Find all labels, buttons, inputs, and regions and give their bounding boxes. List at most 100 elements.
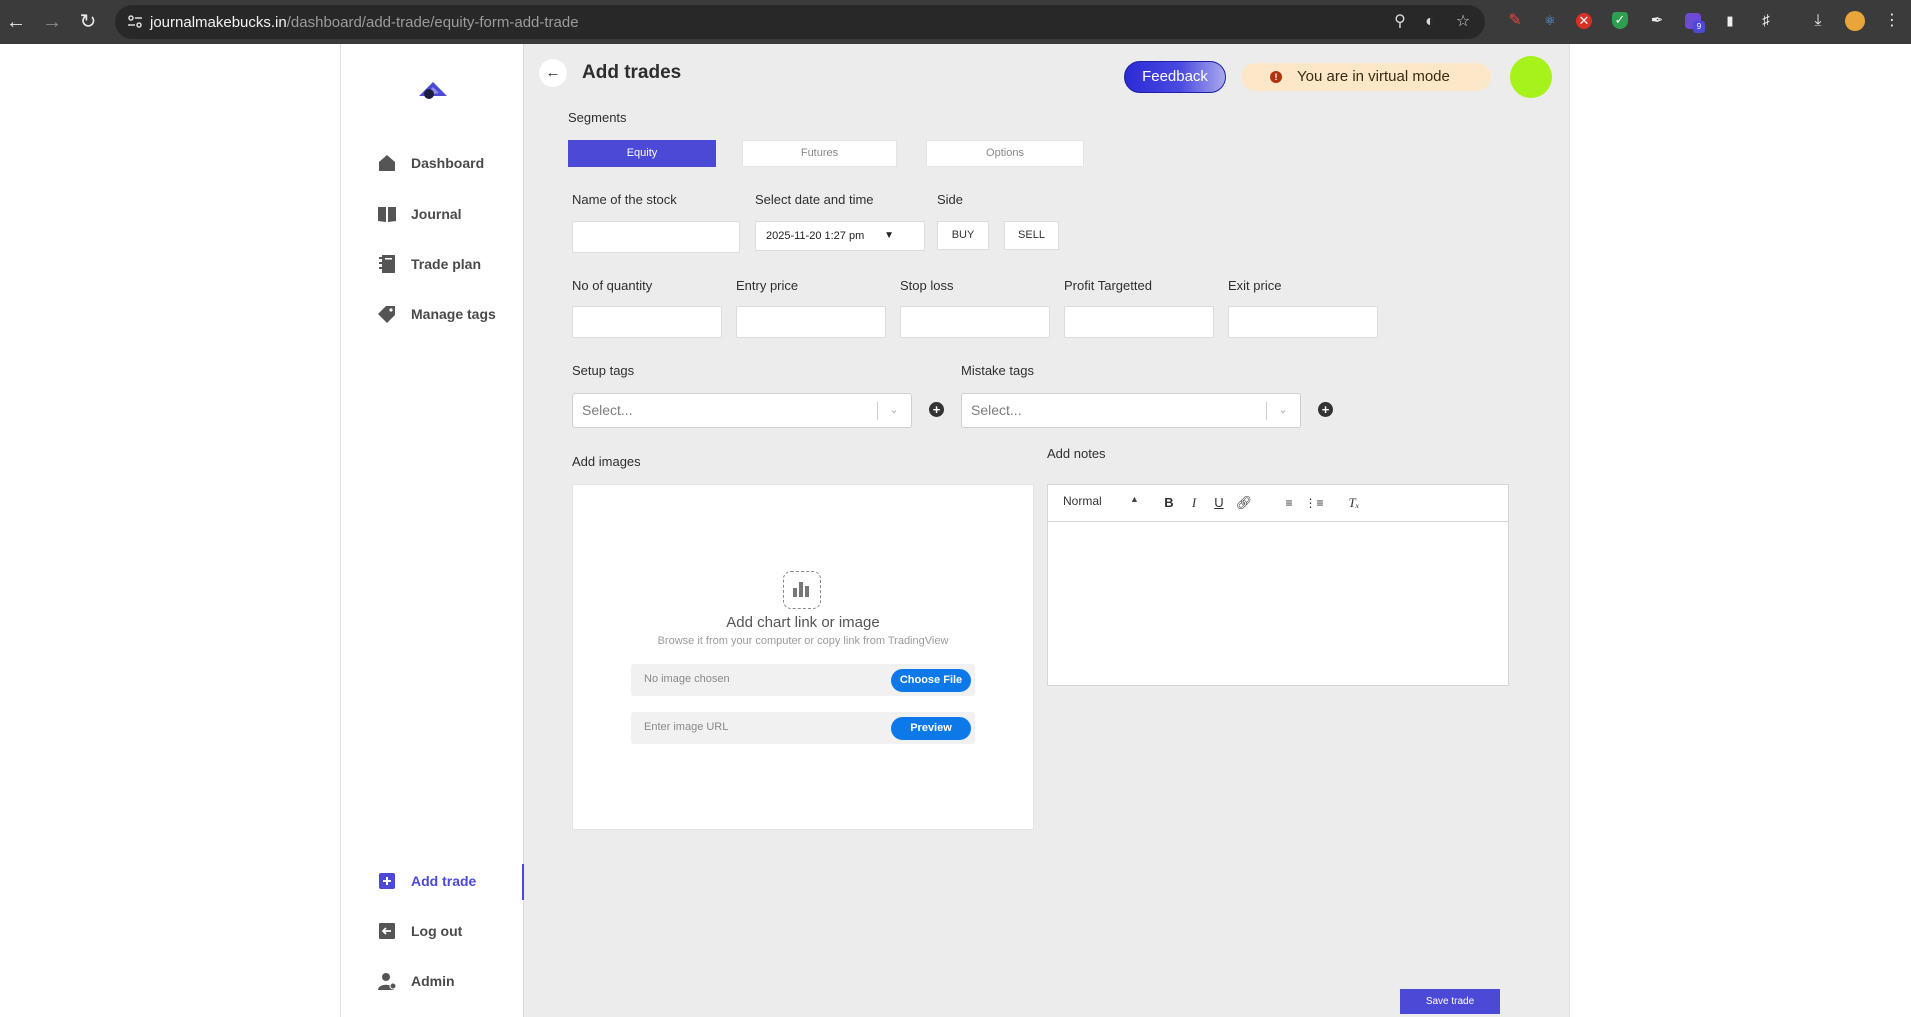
- stock-name-input[interactable]: [572, 221, 740, 253]
- adblock-extension-icon[interactable]: ✕: [1576, 13, 1592, 29]
- link-icon[interactable]: 🔗︎: [1234, 493, 1254, 513]
- reload-icon[interactable]: ↻: [76, 10, 100, 34]
- back-button[interactable]: ←: [539, 59, 567, 87]
- select-separator: [1266, 402, 1267, 420]
- clear-format-icon[interactable]: Tₓ: [1344, 493, 1364, 513]
- image-url-input[interactable]: Enter image URL: [644, 721, 728, 733]
- plus-square-icon: [379, 873, 395, 889]
- shield-extension-icon[interactable]: ✓: [1612, 12, 1628, 29]
- sidebar-item-dashboard[interactable]: Dashboard: [377, 148, 484, 178]
- datetime-picker[interactable]: 2025-11-20 1:27 pm ▼: [755, 221, 925, 251]
- sidebar-item-journal[interactable]: Journal: [377, 199, 462, 229]
- virtual-mode-banner: ! You are in virtual mode: [1241, 63, 1491, 91]
- italic-icon[interactable]: I: [1184, 493, 1204, 513]
- site-settings-icon[interactable]: [127, 14, 143, 30]
- chart-icon: [783, 571, 821, 609]
- entry-price-input[interactable]: [736, 306, 886, 338]
- sidebar-item-label: Manage tags: [411, 306, 496, 322]
- page-title: Add trades: [582, 62, 682, 83]
- left-arrow-icon: ←: [545, 64, 561, 81]
- feedback-button[interactable]: Feedback: [1124, 61, 1226, 93]
- forward-arrow-icon[interactable]: →: [40, 10, 64, 34]
- bold-icon[interactable]: B: [1159, 493, 1179, 513]
- back-arrow-icon[interactable]: ←: [4, 10, 28, 34]
- plus-icon: +: [1321, 402, 1330, 417]
- stock-name-label: Name of the stock: [572, 192, 677, 207]
- editor-toolbar: Normal ▲︎ B I U 🔗︎ ≡ ⋮≡ Tₓ: [1048, 485, 1508, 522]
- tab-equity[interactable]: Equity: [568, 140, 716, 167]
- exit-price-input[interactable]: [1228, 306, 1378, 338]
- avatar[interactable]: [1510, 56, 1552, 98]
- sidebar-item-label: Journal: [411, 206, 462, 222]
- image-upload-subtitle: Browse it from your computer or copy lin…: [657, 635, 949, 647]
- download-icon[interactable]: ⤓: [1808, 11, 1828, 31]
- chevron-down-icon: ▼: [884, 230, 894, 241]
- add-images-label: Add images: [572, 454, 641, 469]
- quantity-input[interactable]: [572, 306, 722, 338]
- extensions-puzzle-icon[interactable]: ♯: [1756, 11, 1776, 31]
- bullet-list-icon[interactable]: ⋮≡: [1304, 493, 1324, 513]
- sell-button[interactable]: SELL: [1004, 221, 1059, 250]
- home-icon: [379, 155, 395, 171]
- mistake-tags-label: Mistake tags: [961, 363, 1034, 378]
- exit-price-label: Exit price: [1228, 278, 1282, 293]
- stop-loss-input[interactable]: [900, 306, 1050, 338]
- react-extension-icon[interactable]: ⚛: [1540, 11, 1560, 31]
- sidebar-item-manage-tags[interactable]: Manage tags: [377, 299, 496, 329]
- choose-file-button[interactable]: Choose File: [891, 669, 971, 692]
- main-content: ← Add trades Feedback ! You are in virtu…: [524, 44, 1569, 1017]
- underline-icon[interactable]: U: [1209, 493, 1229, 513]
- side-label: Side: [937, 192, 964, 207]
- entry-price-label: Entry price: [736, 278, 799, 293]
- buy-button[interactable]: BUY: [937, 221, 989, 250]
- url-text[interactable]: journalmakebucks.in/dashboard/add-trade/…: [150, 14, 579, 31]
- ordered-list-icon[interactable]: ≡: [1279, 493, 1299, 513]
- reader-extension-icon[interactable]: ▮: [1720, 11, 1740, 31]
- extension-badge: 9: [1693, 21, 1705, 33]
- save-trade-button[interactable]: Save trade: [1400, 989, 1500, 1014]
- format-select[interactable]: Normal ▲︎: [1063, 494, 1139, 508]
- updown-arrow-icon: ▲︎: [1130, 494, 1139, 504]
- segments-label: Segments: [568, 110, 627, 125]
- profit-target-input[interactable]: [1064, 306, 1214, 338]
- sidebar-item-trade-plan[interactable]: Trade plan: [377, 249, 481, 279]
- menu-kebab-icon[interactable]: ⋮: [1882, 11, 1902, 31]
- sidebar-item-log-out[interactable]: Log out: [377, 916, 462, 946]
- tab-options[interactable]: Options: [926, 140, 1084, 167]
- bookmark-star-icon[interactable]: ☆: [1453, 12, 1473, 32]
- notes-editor: Normal ▲︎ B I U 🔗︎ ≡ ⋮≡ Tₓ: [1047, 484, 1509, 686]
- tab-futures[interactable]: Futures: [742, 140, 897, 167]
- add-mistake-tag-button[interactable]: +: [1318, 402, 1333, 417]
- setup-tags-select[interactable]: Select... ⌄: [572, 393, 912, 428]
- select-placeholder: Select...: [582, 402, 633, 418]
- add-setup-tag-button[interactable]: +: [929, 402, 944, 417]
- pen-extension-icon[interactable]: ✎: [1505, 11, 1525, 31]
- sidebar-item-label: Admin: [411, 973, 455, 989]
- page-background: [1569, 44, 1911, 1017]
- datetime-value: 2025-11-20 1:27 pm: [766, 230, 865, 242]
- zoom-icon[interactable]: ⚲: [1390, 12, 1410, 32]
- address-bar[interactable]: journalmakebucks.in/dashboard/add-trade/…: [115, 5, 1485, 39]
- chevron-down-icon: ⌄: [1278, 404, 1288, 416]
- plus-icon: +: [932, 402, 941, 417]
- sidebar-item-add-trade[interactable]: Add trade: [377, 866, 476, 896]
- sidebar-item-admin[interactable]: Admin: [377, 966, 455, 996]
- chevron-down-icon: ⌄: [889, 404, 899, 416]
- logout-icon: [379, 923, 395, 939]
- notebook-icon: [379, 255, 395, 273]
- quantity-label: No of quantity: [572, 278, 653, 293]
- profile-avatar-icon[interactable]: [1845, 11, 1865, 31]
- stop-loss-label: Stop loss: [900, 278, 954, 293]
- mistake-tags-select[interactable]: Select... ⌄: [961, 393, 1301, 428]
- image-upload-title: Add chart link or image: [726, 614, 880, 631]
- warning-icon: !: [1270, 71, 1282, 83]
- notes-textarea[interactable]: [1048, 522, 1508, 685]
- virtual-mode-text: You are in virtual mode: [1297, 68, 1450, 85]
- file-chooser[interactable]: No image chosen Choose File: [631, 664, 975, 696]
- preview-button[interactable]: Preview: [891, 717, 971, 740]
- add-notes-label: Add notes: [1047, 446, 1106, 461]
- eyedropper-extension-icon[interactable]: ✒: [1647, 11, 1667, 31]
- brand-logo: [419, 82, 447, 99]
- eye-slash-icon[interactable]: ◐: [1420, 12, 1440, 32]
- puzzle-badge-extension-icon[interactable]: 9: [1685, 13, 1705, 33]
